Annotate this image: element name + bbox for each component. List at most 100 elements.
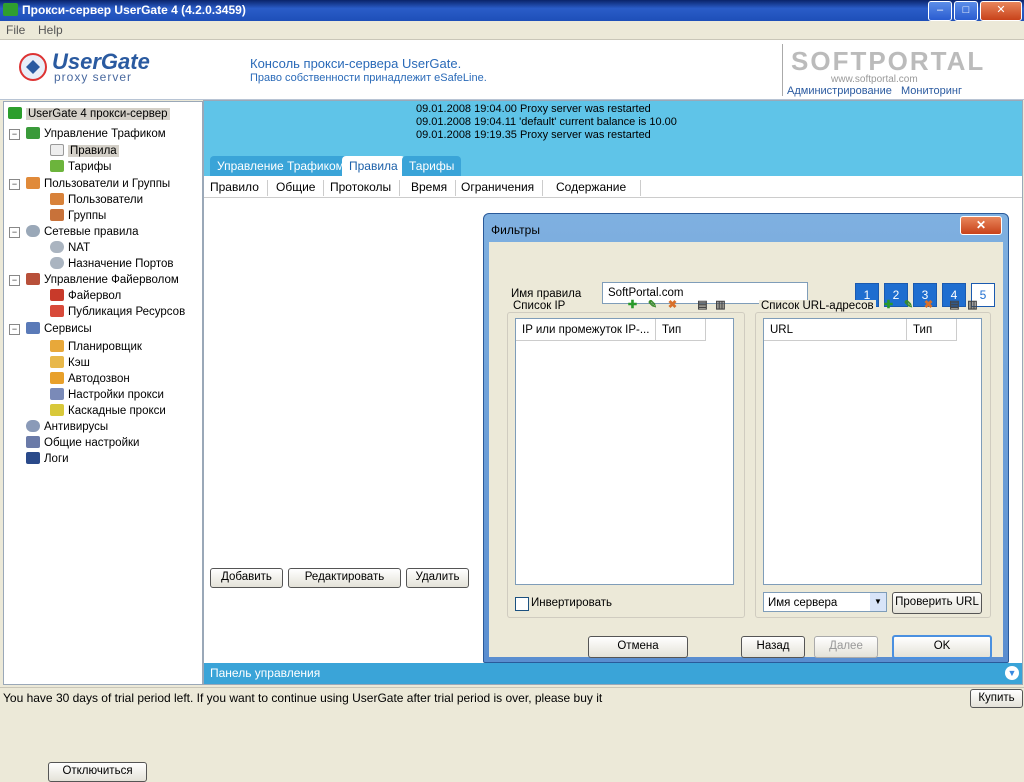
- dialog-close-icon[interactable]: ✕: [960, 216, 1002, 235]
- tree-autodial[interactable]: Автодозвон: [50, 371, 130, 387]
- edit-button[interactable]: Редактировать: [288, 568, 401, 588]
- import-icon[interactable]: ▤: [948, 299, 961, 312]
- edit-icon[interactable]: ✎: [646, 299, 659, 312]
- edit-icon[interactable]: ✎: [902, 299, 915, 312]
- buy-button[interactable]: Купить: [970, 689, 1023, 708]
- delete-button[interactable]: Удалить: [406, 568, 469, 588]
- tree-logs[interactable]: Логи: [26, 451, 69, 467]
- control-panel-bar[interactable]: Панель управления ▼: [204, 663, 1022, 684]
- tree-antivirus[interactable]: Антивирусы: [26, 419, 108, 435]
- tree-users-groups[interactable]: Пользователи и Группы: [26, 176, 170, 192]
- tree-groups[interactable]: Группы: [50, 208, 106, 224]
- back-button[interactable]: Назад: [741, 636, 805, 658]
- ip-column-header[interactable]: IP или промежуток IP-...: [516, 319, 656, 341]
- col-protocols[interactable]: Протоколы: [330, 180, 401, 196]
- delete-icon[interactable]: ✖: [666, 299, 679, 312]
- collapse-icon[interactable]: −: [9, 275, 20, 286]
- col-time[interactable]: Время: [411, 180, 457, 196]
- dialog-body: Имя правила SoftPortal.com 1 2 3 4 5 Спи…: [489, 242, 1003, 659]
- server-name-select[interactable]: Имя сервера ▼: [763, 592, 887, 612]
- tab-traffic[interactable]: Управление Трафиком: [210, 156, 351, 176]
- minimize-button[interactable]: –: [928, 1, 952, 21]
- collapse-icon[interactable]: −: [9, 227, 20, 238]
- dialog-title: Фильтры: [491, 223, 540, 237]
- header-copyright: Право собственности принадлежит eSafeLin…: [250, 72, 487, 84]
- general-settings-icon: [26, 436, 40, 448]
- invert-checkbox[interactable]: [515, 597, 529, 611]
- tree-root[interactable]: UserGate 4 прокси-сервер: [8, 106, 170, 122]
- admin-link[interactable]: Администрирование: [787, 85, 892, 97]
- log-line: 09.01.2008 19:19.35 Proxy server was res…: [416, 129, 651, 141]
- watermark: SOFTPORTAL: [791, 46, 986, 76]
- publish-icon: [50, 305, 64, 317]
- net-rules-icon: [26, 225, 40, 237]
- ok-button[interactable]: OK: [892, 635, 992, 659]
- filters-dialog: Фильтры ✕ Имя правила SoftPortal.com 1 2…: [483, 213, 1009, 663]
- menu-bar: File Help: [0, 21, 1024, 40]
- collapse-icon[interactable]: −: [9, 179, 20, 190]
- firewall-mgmt-icon: [26, 273, 40, 285]
- tab-tariffs[interactable]: Тарифы: [402, 156, 462, 176]
- add-icon[interactable]: ✚: [626, 299, 639, 312]
- window-title: Прокси-сервер UserGate 4 (4.2.0.3459): [22, 3, 246, 17]
- tab-strip: Управление Трафиком Правила Тарифы: [204, 150, 1022, 176]
- ip-listbox[interactable]: IP или промежуток IP-... Тип: [515, 318, 734, 585]
- tree-firewall-mgmt[interactable]: Управление Файерволом: [26, 272, 179, 288]
- tree-users[interactable]: Пользователи: [50, 192, 143, 208]
- col-general[interactable]: Общие: [276, 180, 325, 196]
- ip-type-column-header[interactable]: Тип: [656, 319, 706, 341]
- url-list-label: Список URL-адресов: [759, 300, 876, 312]
- cancel-button[interactable]: Отмена: [588, 636, 688, 658]
- export-icon[interactable]: ▥: [966, 299, 979, 312]
- menu-help[interactable]: Help: [38, 23, 63, 37]
- header-nav: SOFTPORTAL www.softportal.com Администри…: [782, 44, 983, 97]
- log-line: 09.01.2008 19:04.00 Proxy server was res…: [416, 103, 651, 115]
- export-icon[interactable]: ▥: [714, 299, 727, 312]
- tree-cache[interactable]: Кэш: [50, 355, 90, 371]
- col-content[interactable]: Содержание: [556, 180, 642, 196]
- delete-icon[interactable]: ✖: [922, 299, 935, 312]
- tree-ports[interactable]: Назначение Портов: [50, 256, 174, 272]
- tree-nat[interactable]: NAT: [50, 240, 90, 256]
- col-limits[interactable]: Ограничения: [461, 180, 544, 196]
- next-button[interactable]: Далее: [814, 636, 878, 658]
- tree-scheduler[interactable]: Планировщик: [50, 339, 142, 355]
- cascade-icon: [50, 404, 64, 416]
- logo-subtitle: proxy server: [54, 70, 133, 84]
- control-panel-label: Панель управления: [210, 666, 321, 680]
- tariffs-icon: [50, 160, 64, 172]
- monitor-link[interactable]: Мониторинг: [901, 85, 962, 97]
- app-header: UserGate proxy server Консоль прокси-сер…: [0, 40, 1024, 100]
- add-button[interactable]: Добавить: [210, 568, 283, 588]
- rules-icon: [50, 144, 64, 156]
- proxy-settings-icon: [50, 388, 64, 400]
- collapse-icon[interactable]: −: [9, 324, 20, 335]
- check-url-button[interactable]: Проверить URL: [892, 592, 982, 614]
- chevron-down-icon[interactable]: ▼: [1005, 666, 1019, 680]
- url-listbox[interactable]: URL Тип: [763, 318, 982, 585]
- import-icon[interactable]: ▤: [696, 299, 709, 312]
- tree-tariffs[interactable]: Тарифы: [50, 159, 111, 175]
- tab-rules[interactable]: Правила: [342, 156, 405, 176]
- add-icon[interactable]: ✚: [882, 299, 895, 312]
- invert-label: Инвертировать: [531, 597, 612, 609]
- tree-rules[interactable]: Правила: [50, 143, 119, 159]
- tree-firewall[interactable]: Файервол: [50, 288, 121, 304]
- tree-traffic[interactable]: Управление Трафиком: [26, 126, 166, 142]
- disconnect-button[interactable]: Отключиться: [48, 762, 147, 782]
- col-rule[interactable]: Правило: [210, 180, 268, 196]
- tree-publish[interactable]: Публикация Ресурсов: [50, 304, 185, 320]
- tree-proxy-settings[interactable]: Настройки прокси: [50, 387, 164, 403]
- collapse-icon[interactable]: −: [9, 129, 20, 140]
- server-icon: [8, 107, 22, 119]
- url-column-header[interactable]: URL: [764, 319, 907, 341]
- tree-general[interactable]: Общие настройки: [26, 435, 139, 451]
- tree-cascade[interactable]: Каскадные прокси: [50, 403, 166, 419]
- tree-services[interactable]: Сервисы: [26, 321, 92, 337]
- tree-net-rules[interactable]: Сетевые правила: [26, 224, 138, 240]
- url-type-column-header[interactable]: Тип: [907, 319, 957, 341]
- maximize-button[interactable]: □: [954, 1, 978, 21]
- menu-file[interactable]: File: [6, 23, 25, 37]
- autodial-icon: [50, 372, 64, 384]
- close-button[interactable]: ✕: [980, 1, 1022, 21]
